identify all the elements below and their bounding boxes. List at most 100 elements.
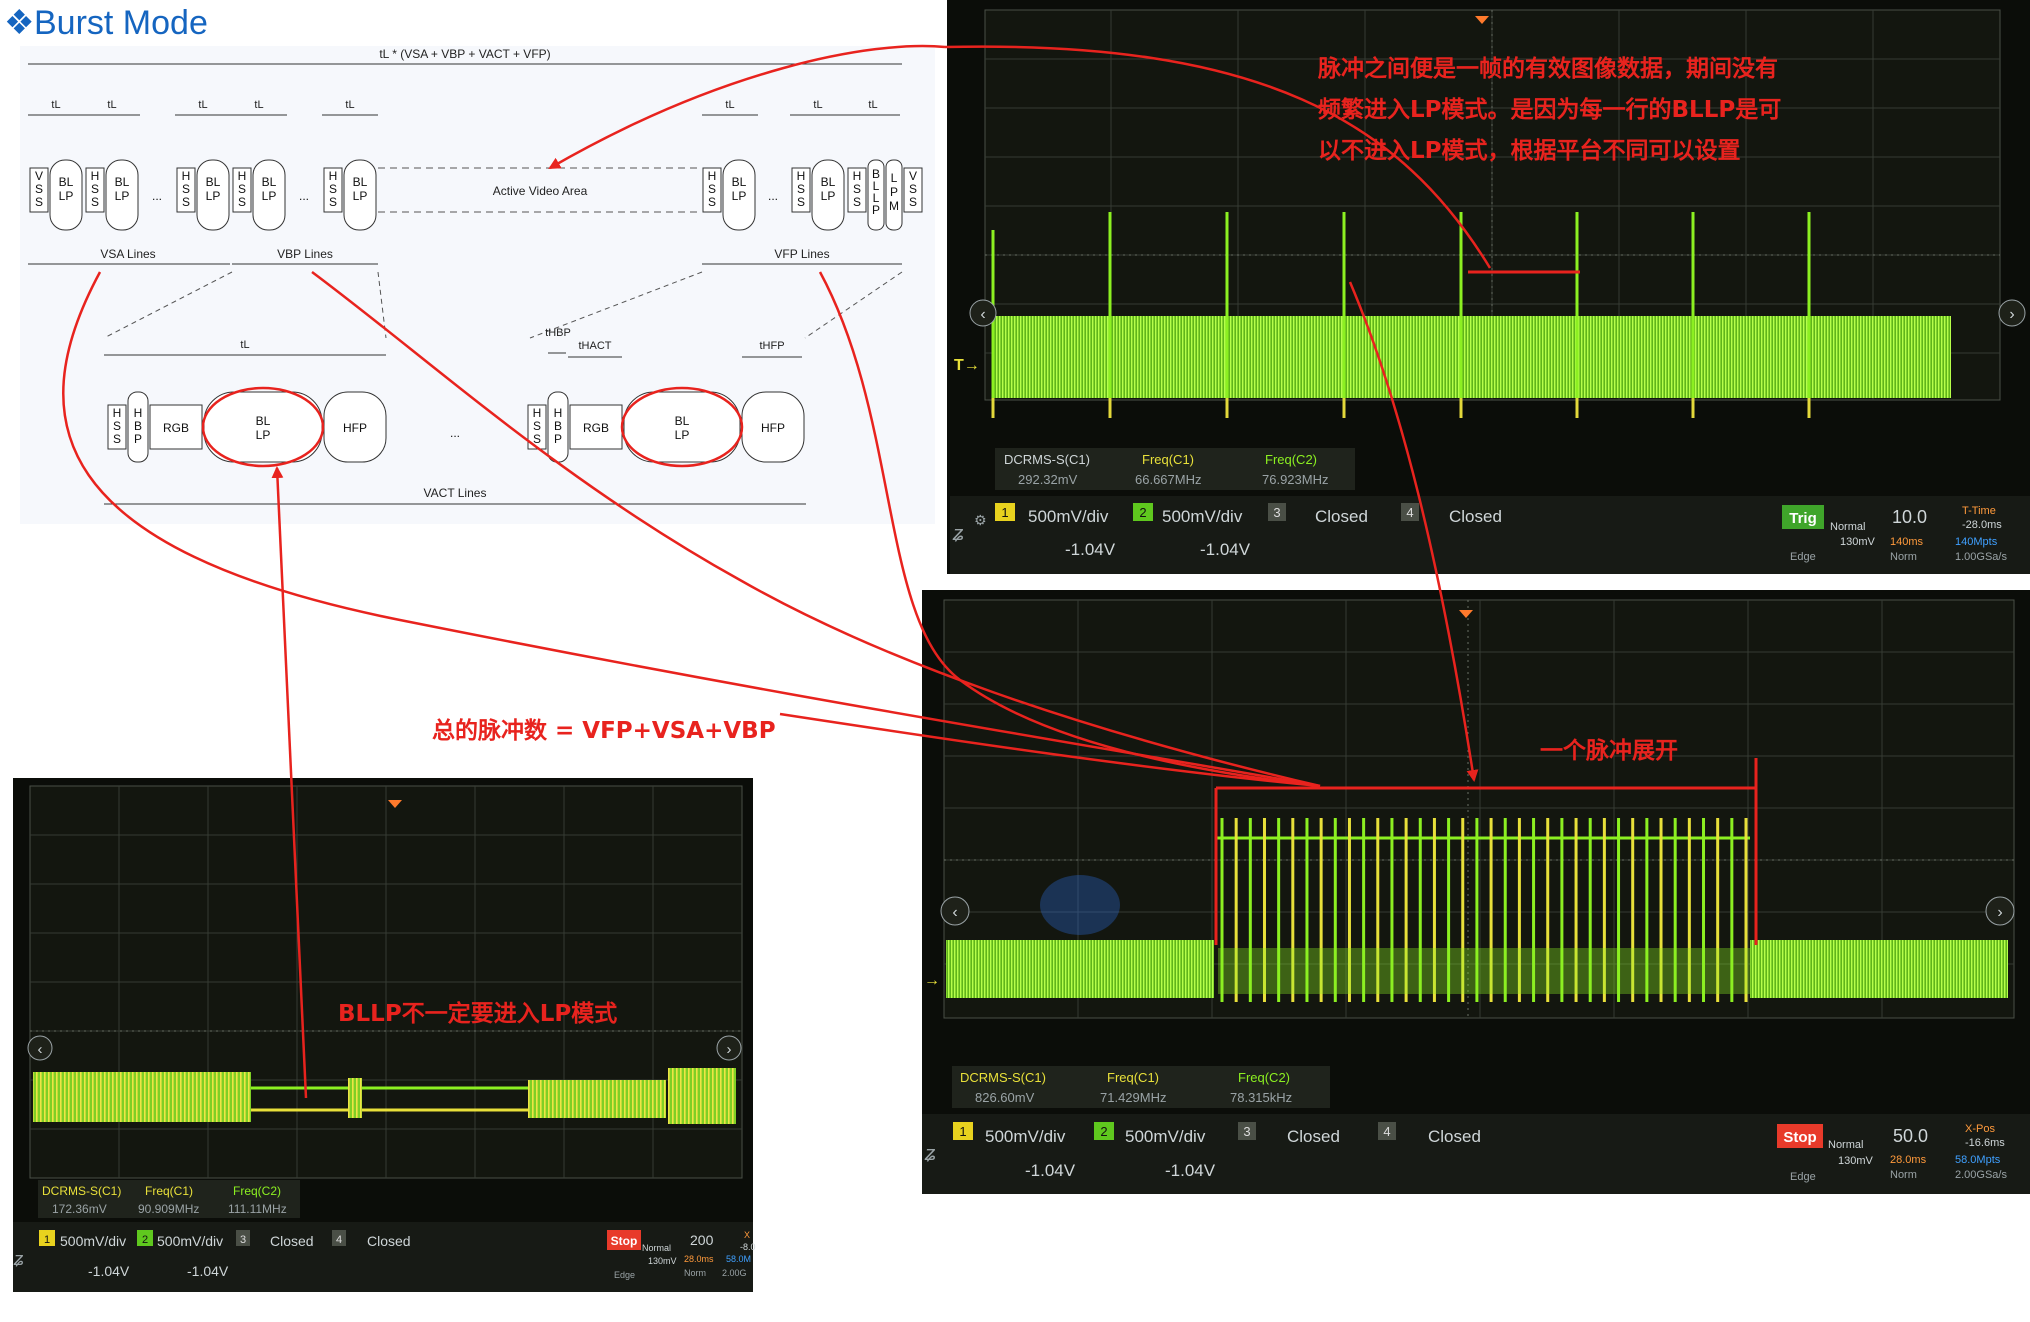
- tl-label-6: tL: [725, 99, 734, 111]
- ellipsis-4: ...: [450, 426, 460, 440]
- sample-rate: 2.00GSa/s: [1955, 1169, 2007, 1181]
- title-text: Burst Mode: [34, 4, 208, 42]
- measure-bar: DCRMS-S(C1) 172.36mV Freq(C1) 90.909MHz …: [38, 1180, 300, 1218]
- hbp-h: H: [554, 406, 563, 420]
- note-top-line-1: 脉冲之间便是一帧的有效图像数据，期间没有: [1317, 55, 1778, 82]
- hss-h: H: [329, 169, 338, 183]
- note-top-line-2: 频繁进入LP模式。是因为每一行的BLLP是可: [1318, 96, 1781, 123]
- hss-s1: S: [113, 419, 121, 433]
- measure-1-value: 826.60mV: [975, 1090, 1035, 1105]
- hbp-b: B: [554, 419, 562, 433]
- time-label: T-Time: [1962, 505, 1996, 517]
- ch2-num: 2: [1100, 1124, 1107, 1139]
- ch2-offset[interactable]: -1.04V: [1165, 1161, 1216, 1180]
- hss-h: H: [853, 169, 862, 183]
- measure-3-value: 111.11MHz: [228, 1202, 287, 1216]
- ch1-num: 1: [959, 1124, 966, 1139]
- ch3-state[interactable]: Closed: [270, 1233, 314, 1249]
- rgb-2: RGB: [583, 421, 609, 435]
- measure-3-value: 78.315kHz: [1230, 1090, 1292, 1105]
- vss-s2: S: [909, 195, 917, 209]
- timing-diagram: tL * (VSA + VBP + VACT + VFP) tL tL tL t…: [20, 46, 935, 524]
- memory-depth: 28.0ms: [1890, 1154, 1927, 1166]
- timebase[interactable]: 200: [690, 1232, 714, 1248]
- time-value: -28.0ms: [1962, 519, 2002, 531]
- chevron-right-icon: ›: [2009, 306, 2014, 323]
- memory-depth: 28.0ms: [684, 1254, 714, 1264]
- ch4-state[interactable]: Closed: [1449, 507, 1502, 526]
- trig-mode: Normal: [1830, 521, 1865, 533]
- ch2-offset[interactable]: -1.04V: [1200, 540, 1251, 559]
- measure-2-value: 90.909MHz: [138, 1202, 199, 1216]
- hss-s1: S: [708, 182, 716, 196]
- run-state: Stop: [611, 1234, 638, 1248]
- measure-3-label: Freq(C2): [233, 1184, 281, 1198]
- detail-bl-1: BL: [256, 414, 271, 428]
- logo-icon: ʑ: [13, 1249, 24, 1269]
- hss-s2: S: [182, 195, 190, 209]
- timebase[interactable]: 50.0: [1893, 1126, 1928, 1146]
- vss-s2: S: [35, 195, 43, 209]
- ch1-vdiv[interactable]: 500mV/div: [60, 1233, 126, 1249]
- ch1-offset[interactable]: -1.04V: [88, 1263, 130, 1279]
- trig-type: Edge: [1790, 1171, 1816, 1183]
- hbp-h: H: [134, 406, 143, 420]
- ch2-offset[interactable]: -1.04V: [187, 1263, 229, 1279]
- ch1-offset[interactable]: -1.04V: [1065, 540, 1116, 559]
- detail-lp-1: LP: [256, 428, 271, 442]
- tl-label-4: tL: [254, 99, 263, 111]
- hss-s1: S: [853, 182, 861, 196]
- measure-2-label: Freq(C1): [145, 1184, 193, 1198]
- ch1-vdiv[interactable]: 500mV/div: [985, 1127, 1066, 1146]
- hbp-p: P: [134, 432, 142, 446]
- ch4-state[interactable]: Closed: [1428, 1127, 1481, 1146]
- channel-bar: ʑ 1 500mV/div -1.04V 2 500mV/div -1.04V …: [13, 1222, 756, 1292]
- trigger-marker-icon: T→: [954, 357, 980, 374]
- ch3-state[interactable]: Closed: [1287, 1127, 1340, 1146]
- channel-bar: ʑ 1 500mV/div -1.04V 2 500mV/div -1.04V …: [922, 1114, 2030, 1194]
- frame-formula: tL * (VSA + VBP + VACT + VFP): [379, 47, 550, 61]
- memory-points: 58.0M: [726, 1254, 751, 1264]
- measure-1-label: DCRMS-S(C1): [960, 1070, 1046, 1085]
- trig-type: Edge: [1790, 551, 1816, 563]
- vsa-lines-label: VSA Lines: [100, 247, 155, 261]
- blk-lp-4: LP: [262, 189, 277, 203]
- blk-lp-6: LP: [732, 189, 747, 203]
- detail-lp-2: LP: [675, 428, 690, 442]
- ch4-num: 4: [1406, 505, 1413, 520]
- vact-lines-label: VACT Lines: [424, 486, 487, 500]
- ch4-state[interactable]: Closed: [367, 1233, 411, 1249]
- ch1-vdiv[interactable]: 500mV/div: [1028, 507, 1109, 526]
- burst-band-left: [33, 1072, 251, 1122]
- vss-v: V: [35, 169, 43, 183]
- hss-h: H: [113, 406, 122, 420]
- hss-s1: S: [182, 182, 190, 196]
- chevron-right-icon: ›: [727, 1041, 732, 1058]
- ch4-num: 4: [1383, 1124, 1390, 1139]
- screen-glare: [1040, 875, 1120, 935]
- ch3-state[interactable]: Closed: [1315, 507, 1368, 526]
- detail-bl-2: BL: [675, 414, 690, 428]
- note-total-pulses: 总的脉冲数 = VFP+VSA+VBP: [432, 717, 776, 744]
- tl-label-3: tL: [198, 99, 207, 111]
- chevron-left-icon: ‹: [980, 306, 985, 323]
- trigger-marker-icon: →: [924, 972, 940, 989]
- ch2-vdiv[interactable]: 500mV/div: [1162, 507, 1243, 526]
- hss-s2: S: [797, 195, 805, 209]
- gear-icon: ⚙: [974, 513, 987, 529]
- thbp-label: tHBP: [545, 327, 571, 339]
- ch2-vdiv[interactable]: 500mV/div: [1125, 1127, 1206, 1146]
- measure-1-value: 172.36mV: [52, 1202, 107, 1216]
- ch2-num: 2: [1139, 505, 1146, 520]
- memory-points: 140Mpts: [1955, 536, 1998, 548]
- time-value: -16.6ms: [1965, 1137, 2005, 1149]
- trig-level: 130mV: [1838, 1155, 1874, 1167]
- run-state: Trig: [1789, 510, 1817, 527]
- ch2-vdiv[interactable]: 500mV/div: [157, 1233, 223, 1249]
- hss-h: H: [238, 169, 247, 183]
- ch1-num: 1: [44, 1234, 50, 1246]
- hss-s2: S: [329, 195, 337, 209]
- ch1-offset[interactable]: -1.04V: [1025, 1161, 1076, 1180]
- trig-mode: Normal: [1828, 1139, 1863, 1151]
- timebase[interactable]: 10.0: [1892, 507, 1927, 527]
